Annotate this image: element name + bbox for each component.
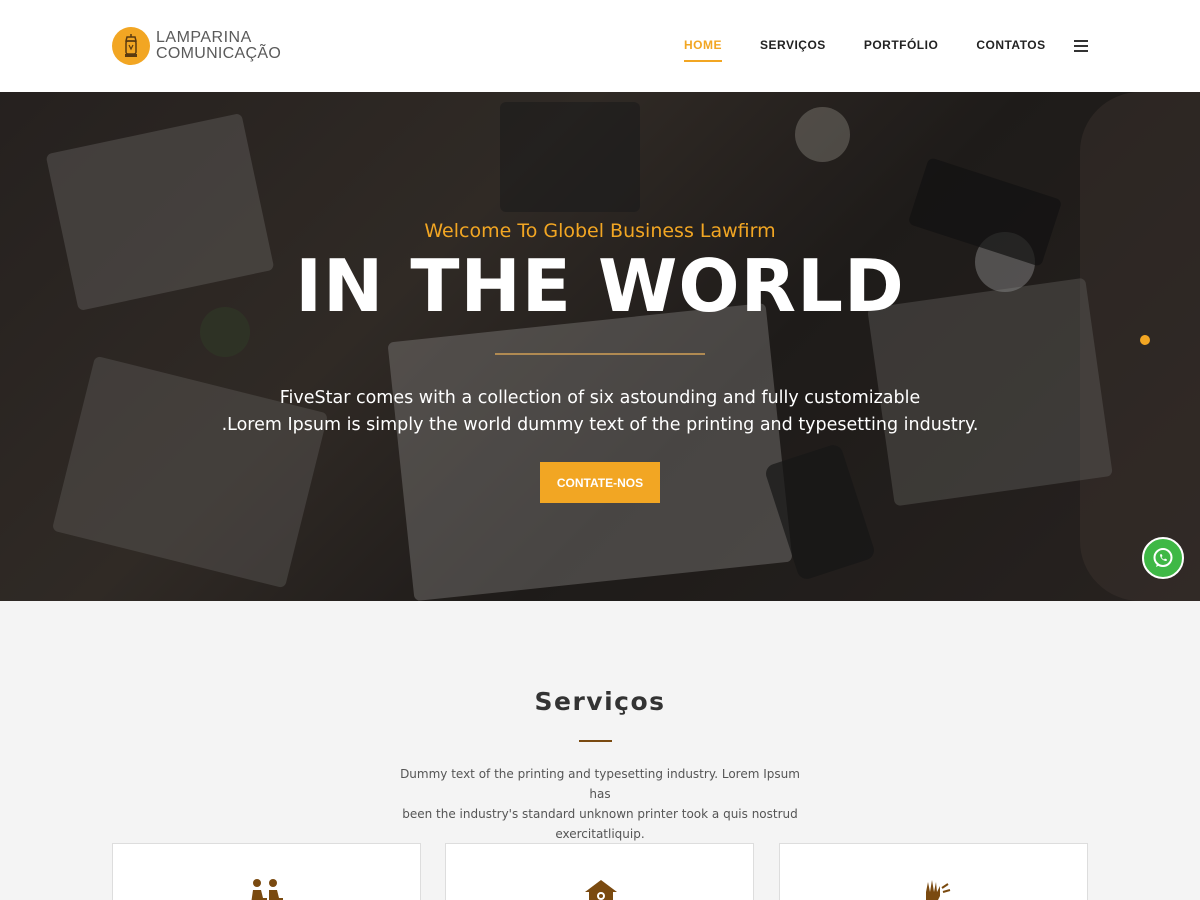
hero-description-line: .Lorem Ipsum is simply the world dummy t… bbox=[221, 415, 979, 435]
service-card[interactable] bbox=[779, 843, 1088, 900]
hero-slider: Welcome To Globel Business Lawfirm IN TH… bbox=[0, 92, 1200, 601]
services-description-line: Dummy text of the printing and typesetti… bbox=[400, 767, 800, 801]
nav-item-home[interactable]: HOME bbox=[684, 38, 722, 62]
service-card[interactable] bbox=[445, 843, 754, 900]
nav-item-servicos[interactable]: SERVIÇOS bbox=[760, 38, 826, 60]
logo-line1: LAMPARINA bbox=[156, 29, 252, 46]
nav-item-portfolio[interactable]: PORTFÓLIO bbox=[864, 38, 939, 60]
service-card[interactable] bbox=[112, 843, 421, 900]
hero-title: IN THE WORLD bbox=[295, 244, 905, 328]
services-description: Dummy text of the printing and typesetti… bbox=[400, 764, 800, 844]
main-nav: HOME SERVIÇOS PORTFÓLIO CONTATOS bbox=[684, 38, 1084, 62]
hamburger-menu-icon[interactable] bbox=[1074, 40, 1088, 52]
hero-content: Welcome To Globel Business Lawfirm IN TH… bbox=[0, 92, 1200, 601]
services-description-line: been the industry's standard unknown pri… bbox=[402, 807, 798, 821]
hero-description: FiveStar comes with a collection of six … bbox=[0, 385, 1200, 439]
hand-icon bbox=[916, 878, 956, 900]
nav-item-contatos[interactable]: CONTATOS bbox=[976, 38, 1045, 60]
services-divider bbox=[579, 740, 612, 742]
people-meeting-icon bbox=[247, 878, 287, 900]
services-description-line: exercitatliquip. bbox=[555, 827, 645, 841]
logo-line2: COMUNICAÇÃO bbox=[156, 45, 282, 62]
slider-dot[interactable] bbox=[1140, 335, 1150, 345]
house-icon bbox=[581, 878, 621, 900]
contact-button[interactable]: CONTATE-NOS bbox=[540, 462, 660, 503]
hero-subtitle: Welcome To Globel Business Lawfirm bbox=[424, 220, 776, 242]
hero-divider bbox=[495, 353, 705, 355]
site-header: LAMPARINA COMUNICAÇÃO HOME SERVIÇOS PORT… bbox=[0, 0, 1200, 92]
services-title: Serviços bbox=[534, 687, 666, 716]
logo-text: LAMPARINA COMUNICAÇÃO bbox=[156, 30, 281, 62]
logo[interactable]: LAMPARINA COMUNICAÇÃO bbox=[112, 26, 281, 66]
lamp-icon bbox=[112, 27, 150, 65]
whatsapp-icon[interactable] bbox=[1142, 537, 1184, 579]
hero-description-line: FiveStar comes with a collection of six … bbox=[279, 388, 921, 408]
